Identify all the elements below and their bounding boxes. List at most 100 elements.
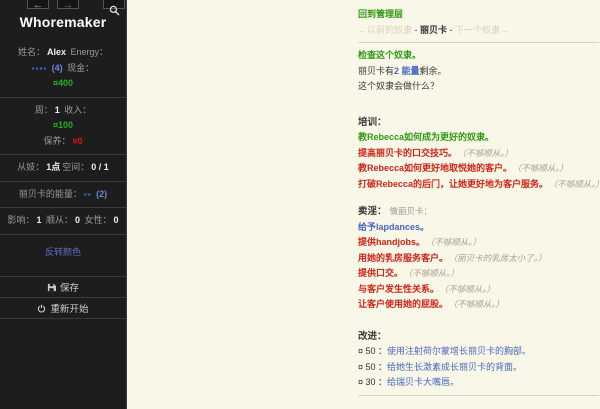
prostitution-subheader: 做丽贝卡：: [390, 206, 433, 216]
improvement-link[interactable]: 给她生长激素成长丽贝卡的背面。: [387, 362, 522, 372]
income-value: ¤100: [53, 120, 73, 130]
slave-energy-count: (2): [96, 189, 107, 199]
player-stats: 姓名：Alex Energy： ▪▪▪▪ (4) 现金： ¤400: [0, 45, 126, 92]
lapdance-link[interactable]: 给予lapdances。: [358, 222, 429, 232]
back-icon: ←: [33, 0, 44, 11]
restart-icon: [37, 304, 46, 313]
slave-energy-stats: 丽贝卡的能量：▪▪ (2): [0, 187, 126, 203]
requirement-note: （不够顺从。）: [517, 163, 568, 173]
invert-colors-link[interactable]: 反转颜色: [45, 247, 81, 257]
influence-stats: 影响：1 顺从：0 女性：0: [0, 213, 126, 229]
training-item: 教Rebecca如何更好地取悦她的客户。 （不够顺从。）: [358, 161, 599, 177]
training-header: 培训：: [358, 115, 599, 131]
training-item: 提高丽贝卡的口交技巧。 （不够顺从。）: [358, 146, 599, 162]
improvement-cost: ¤ 50 ：: [358, 346, 387, 356]
training-teach-link[interactable]: 教Rebecca如何成为更好的奴隶。: [358, 132, 494, 142]
prostitution-item: 让客户使用她的屁股。 （不够顺从。）: [358, 297, 599, 313]
girls-value: 1点: [46, 162, 60, 172]
upkeep-value: ¤0: [73, 136, 83, 146]
nav-separator: -: [447, 25, 455, 35]
energy-count: (4): [52, 63, 63, 73]
disabled-action: 提供handjobs。: [358, 237, 425, 247]
cash-label: 现金：: [67, 63, 94, 73]
nav-separator: -: [412, 25, 420, 35]
prostitution-item: 用她的乳房服务客户。 （丽贝卡的乳房太小了。）: [358, 251, 599, 267]
girls-label: 从妓：: [17, 162, 44, 172]
female-label: 女性：: [85, 215, 112, 225]
obedience-label: 顺从：: [46, 215, 73, 225]
back-to-management-link[interactable]: 回到管理层: [358, 9, 403, 19]
disabled-action: 与客户发生性关系。: [358, 284, 439, 294]
sidebar-divider: [0, 234, 126, 235]
app-title: Whoremaker: [0, 14, 126, 30]
slave-nav: ←以前的奴隶 - 丽贝卡 - 下一个奴隶→: [358, 23, 599, 39]
search-button[interactable]: [103, 0, 125, 9]
improvement-link[interactable]: 给瑞贝卡大嘴唇。: [387, 377, 459, 387]
female-value: 0: [114, 215, 119, 225]
energy-line-post: 剩余。: [420, 66, 447, 76]
week-value: 1: [55, 105, 60, 115]
space-label: 空间：: [62, 162, 89, 172]
restart-button[interactable]: 重新开始: [0, 298, 126, 319]
history-back-button[interactable]: ←: [27, 0, 49, 9]
week-stats: 周：1 收入： ¤100 保养：¤0: [0, 103, 126, 150]
save-label: 保存: [60, 283, 79, 294]
prostitution-item: 提供handjobs。（不够顺从。）: [358, 235, 599, 251]
requirement-note: （丽贝卡的乳房太小了。）: [453, 253, 547, 263]
sidebar-divider: [0, 181, 126, 182]
sidebar: ← → Whoremaker 姓名：Alex Energy： ▪▪▪▪ (4) …: [0, 0, 127, 409]
improvement-cost: ¤ 50 ：: [358, 362, 387, 372]
disabled-action: 教Rebecca如何更好地取悦她的客户。: [358, 163, 512, 173]
energy-label: Energy：: [71, 47, 109, 57]
prostitution-item: 提供口交。（不够顺从。）: [358, 266, 599, 282]
improvement-cost: ¤ 30 ：: [358, 377, 387, 387]
energy-remaining-line: 丽贝卡有2 能量剩余。: [358, 64, 599, 80]
prostitution-item: 与客户发生性关系。（不够顺从。）: [358, 282, 599, 298]
influence-value: 1: [36, 215, 41, 225]
history-bar: ← →: [0, 0, 126, 10]
content-divider: [358, 395, 599, 396]
forward-icon: →: [63, 0, 74, 11]
income-label: 收入：: [64, 105, 91, 115]
energy-line-pre: 丽贝卡有: [358, 66, 394, 76]
search-icon: [109, 5, 120, 16]
inspect-slave-link[interactable]: 检查这个奴隶。: [358, 50, 421, 60]
player-name: Alex: [47, 47, 66, 57]
history-forward-button: →: [57, 0, 79, 9]
requirement-note: （不够顺从。）: [553, 179, 600, 189]
improvements-header: 改进：: [358, 329, 599, 345]
save-icon: [47, 283, 56, 292]
requirement-note: （不够顺从。）: [408, 268, 459, 278]
energy-line-value: 2 能量: [394, 66, 420, 76]
slave-energy-bar: ▪▪: [84, 190, 92, 199]
sidebar-divider: [0, 154, 126, 155]
prev-slave-link: ←以前的奴隶: [358, 25, 412, 35]
improvement-item: ¤ 30 ：给瑞贝卡大嘴唇。: [358, 375, 599, 391]
passage: 回到管理层 ←以前的奴隶 - 丽贝卡 - 下一个奴隶→ 检查这个奴隶。 丽贝卡有…: [358, 7, 599, 401]
question-line: 这个奴隶会做什么？: [358, 79, 599, 95]
roster-stats: 从妓：1点空间：0 / 1: [0, 160, 126, 176]
influence-label: 影响：: [7, 215, 34, 225]
prostitution-header-label: 卖淫：: [358, 206, 387, 217]
disabled-action: 让客户使用她的屁股。: [358, 299, 448, 309]
save-button[interactable]: 保存: [0, 277, 126, 298]
obedience-value: 0: [75, 215, 80, 225]
week-label: 周：: [35, 105, 53, 115]
requirement-note: （不够顺从。）: [462, 148, 513, 158]
prostitution-header: 卖淫：做丽贝卡：: [358, 204, 599, 220]
improvement-item: ¤ 50 ：给她生长激素成长丽贝卡的背面。: [358, 360, 599, 376]
disabled-action: 提高丽贝卡的口交技巧。: [358, 148, 457, 158]
disabled-action: 打破Rebecca的后门，让她更好地为客户服务。: [358, 179, 548, 189]
sidebar-divider: [0, 207, 126, 208]
upkeep-label: 保养：: [43, 136, 70, 146]
improvement-item: ¤ 50 ：使用注射荷尔蒙增长丽贝卡的胸部。: [358, 344, 599, 360]
space-value: 0 / 1: [91, 162, 109, 172]
content-divider: [358, 42, 599, 43]
disabled-action: 用她的乳房服务客户。: [358, 253, 448, 263]
improvement-link[interactable]: 使用注射荷尔蒙增长丽贝卡的胸部。: [387, 346, 531, 356]
menu: 保存 重新开始: [0, 276, 126, 319]
requirement-note: （不够顺从。）: [453, 299, 504, 309]
slave-energy-label: 丽贝卡的能量：: [19, 189, 82, 199]
next-slave-link: 下一个奴隶→: [455, 25, 509, 35]
current-slave-name: 丽贝卡: [420, 25, 447, 35]
